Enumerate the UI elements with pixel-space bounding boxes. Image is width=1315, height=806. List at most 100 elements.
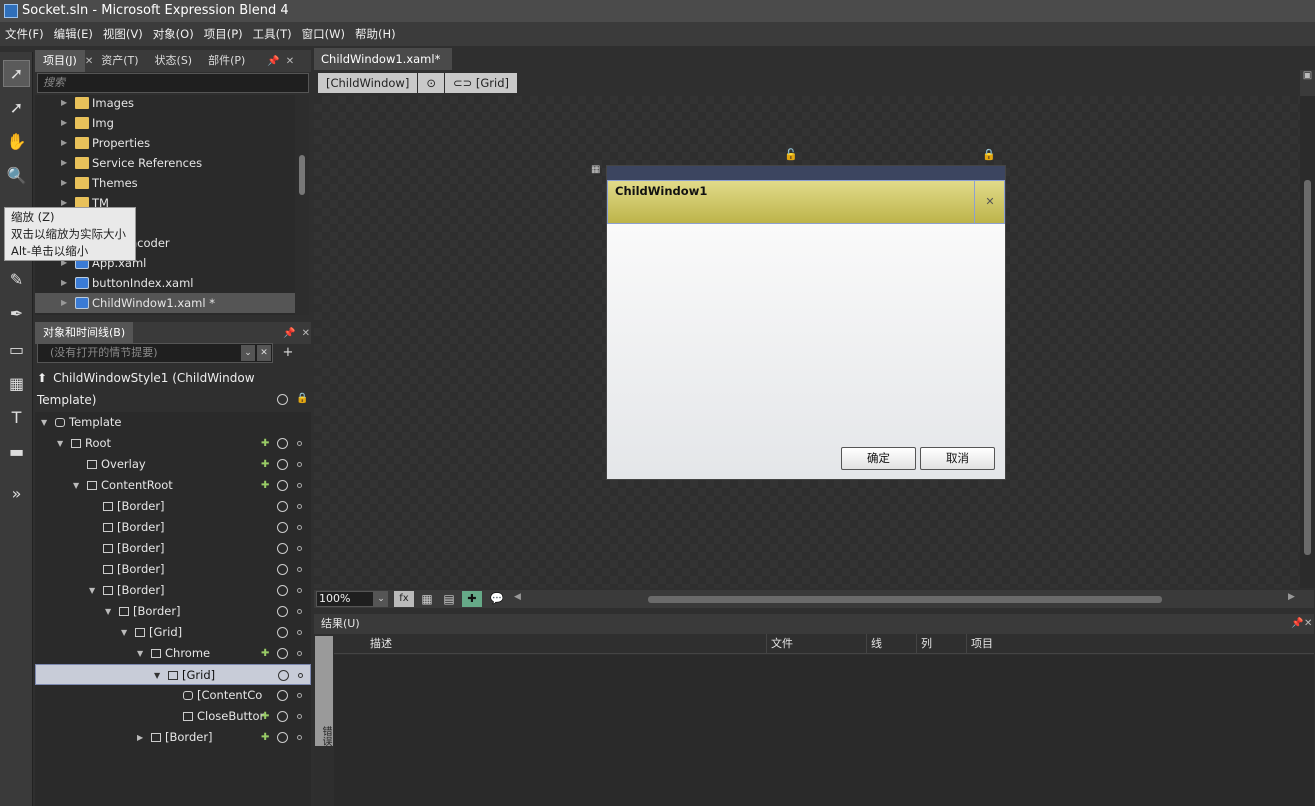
rectangle-tool-icon[interactable]: ▭: [3, 336, 30, 363]
expand-arrow-icon[interactable]: ▶: [61, 113, 67, 133]
design-view-icon[interactable]: ▣: [1300, 70, 1315, 81]
visibility-eye-icon[interactable]: [277, 543, 288, 554]
chevron-down-icon[interactable]: ⌄: [241, 345, 255, 361]
visibility-eye-icon[interactable]: [277, 394, 288, 405]
tree-row[interactable]: ▼ Root ✚: [35, 433, 311, 454]
effects-fx-icon[interactable]: fx: [394, 591, 414, 607]
lock-dot-icon[interactable]: [297, 651, 302, 656]
list-item[interactable]: ▶ Service References: [35, 153, 295, 173]
tree-row[interactable]: CloseButtor ✚: [35, 706, 311, 727]
visibility-eye-icon[interactable]: [277, 501, 288, 512]
pin-icon[interactable]: ✚: [261, 433, 269, 454]
lock-dot-icon[interactable]: [297, 546, 302, 551]
column-column[interactable]: 列: [916, 634, 932, 654]
tree-row[interactable]: [Border]: [35, 538, 311, 559]
close-button[interactable]: ✕: [974, 180, 1005, 224]
visibility-eye-icon[interactable]: [277, 732, 288, 743]
pin-icon[interactable]: 📌: [1291, 614, 1303, 634]
assets-expand-icon[interactable]: »: [3, 480, 30, 507]
lock-dot-icon[interactable]: [297, 462, 302, 467]
tree-row[interactable]: [Border]: [35, 496, 311, 517]
tree-row[interactable]: ▼ Template: [35, 412, 311, 433]
list-item[interactable]: ▶ Themes: [35, 173, 295, 193]
annotations-icon[interactable]: 💬: [488, 591, 506, 607]
tab-assets[interactable]: 资产(T): [93, 50, 146, 72]
lock-dot-icon[interactable]: [297, 735, 302, 740]
visibility-eye-icon[interactable]: [277, 438, 288, 449]
breadcrumb-grid[interactable]: ⊂⊃ [Grid]: [444, 73, 518, 93]
lock-dot-icon[interactable]: [297, 504, 302, 509]
visibility-eye-icon[interactable]: [277, 522, 288, 533]
column-file[interactable]: 文件: [766, 634, 793, 654]
expand-arrow-icon[interactable]: ▶: [61, 173, 67, 193]
close-icon[interactable]: ✕: [85, 56, 93, 67]
pin-icon[interactable]: ✚: [261, 454, 269, 475]
tree-row-selected[interactable]: ▼ [Grid]: [35, 664, 311, 685]
column-project[interactable]: 项目: [966, 634, 993, 654]
menu-file[interactable]: 文件(F): [0, 26, 49, 42]
visibility-eye-icon[interactable]: [277, 648, 288, 659]
lock-dot-icon[interactable]: [297, 693, 302, 698]
visibility-eye-icon[interactable]: [277, 606, 288, 617]
tree-row[interactable]: [Border]: [35, 517, 311, 538]
pin-icon[interactable]: ✚: [261, 706, 269, 727]
zoom-tool-icon[interactable]: 🔍: [3, 162, 30, 189]
close-panel-icon[interactable]: ✕: [286, 56, 294, 67]
pin-icon[interactable]: 📌: [267, 56, 279, 67]
pin-icon[interactable]: 📌: [283, 328, 295, 339]
scroll-right-icon[interactable]: ▶: [1288, 592, 1295, 602]
lock-icon[interactable]: 🔒: [296, 393, 308, 404]
visibility-eye-icon[interactable]: [277, 564, 288, 575]
close-panel-icon[interactable]: ✕: [1304, 614, 1312, 634]
visibility-eye-icon[interactable]: [277, 690, 288, 701]
snap-lines-icon[interactable]: ✚: [462, 591, 482, 607]
visibility-eye-icon[interactable]: [277, 459, 288, 470]
pen-tool-icon[interactable]: ✒: [3, 300, 30, 327]
visibility-eye-icon[interactable]: [278, 670, 289, 681]
tree-row[interactable]: [ContentCo: [35, 685, 311, 706]
breadcrumb-childwindow[interactable]: [ChildWindow]: [318, 73, 418, 93]
scope-up-icon[interactable]: ⬆: [37, 371, 47, 385]
visibility-eye-icon[interactable]: [277, 627, 288, 638]
menu-view[interactable]: 视图(V): [98, 26, 148, 42]
grid-layout-tool-icon[interactable]: ▦: [3, 370, 30, 397]
pencil-tool-icon[interactable]: ✎: [3, 266, 30, 293]
scroll-left-icon[interactable]: ◀: [514, 592, 521, 602]
close-storyboard-icon[interactable]: ✕: [257, 345, 271, 361]
tree-row[interactable]: ▼ [Border]: [35, 580, 311, 601]
pin-icon[interactable]: ✚: [261, 727, 269, 748]
breadcrumb-template-icon[interactable]: ⊙: [418, 73, 444, 93]
column-description[interactable]: 描述: [366, 634, 392, 654]
lock-dot-icon[interactable]: [297, 483, 302, 488]
lock-dot-icon[interactable]: [297, 567, 302, 572]
zoom-combo[interactable]: 100%: [316, 591, 374, 607]
lock-dot-icon[interactable]: [297, 609, 302, 614]
lock-dot-icon[interactable]: [297, 714, 302, 719]
scroll-thumb[interactable]: [1304, 180, 1311, 555]
menu-help[interactable]: 帮助(H): [350, 26, 401, 42]
visibility-eye-icon[interactable]: [277, 585, 288, 596]
menu-project[interactable]: 项目(P): [199, 26, 248, 42]
expand-arrow-icon[interactable]: ▶: [61, 273, 67, 293]
tab-objects-timeline[interactable]: 对象和时间线(B): [35, 322, 134, 344]
errors-side-tab[interactable]: 错误: [315, 636, 333, 746]
lock-dot-icon[interactable]: [297, 630, 302, 635]
chrome-title-bar[interactable]: ChildWindow1: [607, 180, 1005, 224]
grid-ruler[interactable]: [607, 166, 1005, 180]
project-scrollbar[interactable]: [295, 95, 309, 315]
tab-parts[interactable]: 部件(P): [200, 50, 253, 72]
expand-arrow-icon[interactable]: ▶: [61, 133, 67, 153]
grid-layout-icon[interactable]: ▦: [591, 164, 600, 175]
grid-icon[interactable]: ▦: [418, 591, 436, 607]
column-line[interactable]: 线: [866, 634, 882, 654]
menu-tools[interactable]: 工具(T): [248, 26, 297, 42]
list-item[interactable]: ▶ buttonIndex.xaml: [35, 273, 295, 293]
horizontal-scroll-thumb[interactable]: [648, 596, 1162, 603]
lock-dot-icon[interactable]: [297, 588, 302, 593]
lock-dot-icon[interactable]: [298, 673, 303, 678]
pin-icon[interactable]: ✚: [261, 475, 269, 496]
cancel-button[interactable]: 取消: [920, 447, 995, 470]
direct-selection-tool-icon[interactable]: ➚: [3, 94, 30, 121]
unlock-icon[interactable]: 🔓: [784, 148, 798, 161]
tab-document[interactable]: ChildWindow1.xaml* ✕: [314, 48, 452, 88]
